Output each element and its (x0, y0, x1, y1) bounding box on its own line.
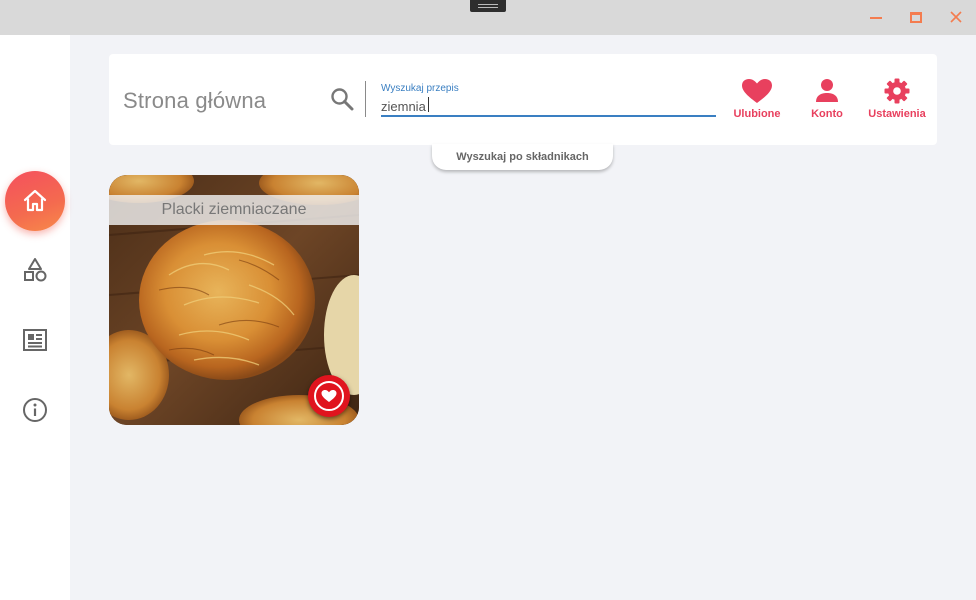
account-button[interactable]: Konto (805, 78, 849, 124)
heart-icon (742, 79, 772, 103)
text-caret (428, 97, 429, 112)
sidebar-item-articles[interactable] (20, 325, 50, 355)
window-drag-handle[interactable] (470, 0, 506, 12)
close-icon (950, 11, 962, 23)
title-bar (0, 0, 976, 35)
shapes-icon (24, 258, 47, 282)
search-input[interactable] (381, 96, 716, 116)
minimize-button[interactable] (864, 6, 888, 28)
search-by-ingredients-button[interactable]: Wyszukaj po składnikach (432, 144, 613, 170)
page-title: Strona główna (123, 88, 267, 113)
recipe-title: Placki ziemniaczane (109, 195, 359, 225)
search-underline (381, 115, 716, 117)
gear-icon (884, 78, 910, 104)
sidebar (0, 35, 70, 600)
person-icon (816, 79, 838, 102)
favorites-label: Ulubione (733, 108, 781, 120)
sidebar-item-about[interactable] (20, 395, 50, 425)
account-label: Konto (811, 108, 843, 120)
settings-button[interactable]: Ustawienia (866, 78, 928, 124)
favorite-ring (314, 381, 344, 411)
search-divider (365, 81, 366, 117)
recipe-favorite-button[interactable] (308, 375, 350, 417)
sidebar-item-categories[interactable] (20, 255, 50, 285)
close-button[interactable] (944, 6, 968, 28)
settings-label: Ustawienia (868, 108, 926, 120)
search-icon[interactable] (330, 87, 354, 111)
info-icon (23, 398, 47, 422)
news-icon (23, 329, 47, 351)
header-card: Strona główna Wyszukaj przepis Ulubione … (109, 54, 937, 145)
search-label: Wyszukaj przepis (381, 83, 459, 94)
sidebar-item-home[interactable] (5, 171, 65, 231)
recipe-card[interactable]: Placki ziemniaczane (109, 175, 359, 425)
home-icon (23, 189, 47, 212)
maximize-icon (910, 11, 922, 23)
minimize-icon (870, 17, 882, 19)
maximize-button[interactable] (904, 6, 928, 28)
favorites-button[interactable]: Ulubione (731, 78, 783, 124)
heart-icon (321, 390, 337, 402)
